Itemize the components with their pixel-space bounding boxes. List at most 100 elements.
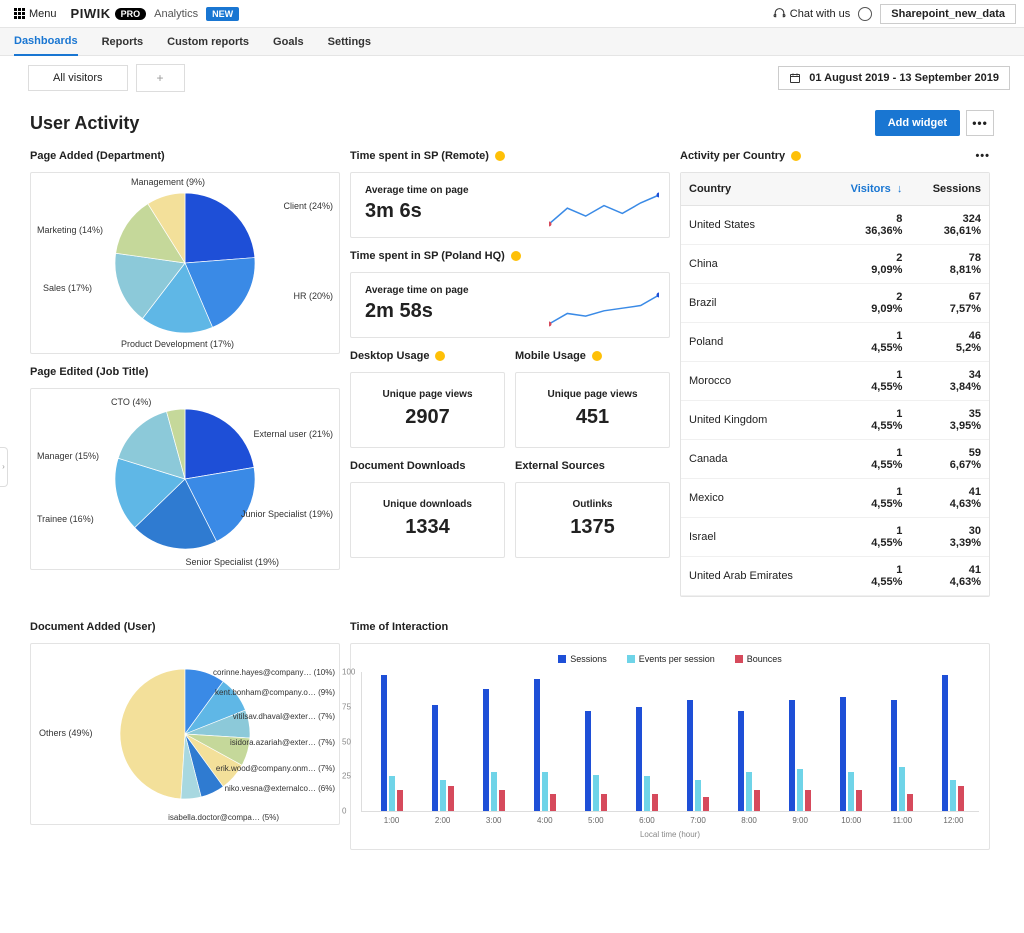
pie-label: kent.bonham@company.o… (9%): [215, 688, 335, 697]
indicator-icon: [791, 151, 801, 161]
nav-custom-reports[interactable]: Custom reports: [167, 29, 249, 55]
widget-title-doc-added: Document Added (User): [30, 621, 340, 633]
chart-legend: Sessions Events per session Bounces: [361, 654, 979, 664]
stat-label: Unique page views: [359, 389, 496, 400]
table-row[interactable]: Canada14,55%596,67%: [681, 440, 989, 479]
legend-sessions: Sessions: [570, 654, 607, 664]
pie-label: isidora.azariah@exter… (7%): [230, 738, 335, 747]
pie-chart-department: [115, 193, 255, 333]
dashboard-options-button[interactable]: •••: [966, 110, 994, 136]
table-row[interactable]: United Arab Emirates14,55%414,63%: [681, 557, 989, 596]
pie-label: niko.vesna@externalco… (6%): [225, 784, 335, 793]
indicator-icon: [495, 151, 505, 161]
table-row[interactable]: Morocco14,55%343,84%: [681, 362, 989, 401]
date-range-text: 01 August 2019 - 13 September 2019: [809, 72, 999, 84]
legend-bounces: Bounces: [747, 654, 782, 664]
widget-title-time-remote: Time spent in SP (Remote): [350, 150, 670, 162]
bottom-row: Document Added (User) corinne.hayes@comp…: [0, 617, 1024, 880]
bar-chart-area: 02550751001:002:003:004:005:006:007:008:…: [361, 672, 979, 812]
widget-title-desktop: Desktop Usage: [350, 350, 505, 362]
language-icon[interactable]: [858, 7, 872, 21]
table-row[interactable]: China29,09%788,81%: [681, 245, 989, 284]
pie-chart-job-title: [115, 409, 255, 549]
pie-label: Senior Specialist (19%): [185, 557, 279, 567]
chat-button[interactable]: Chat with us: [773, 7, 851, 20]
pie-label: External user (21%): [253, 429, 333, 439]
pie-label: Trainee (16%): [37, 514, 94, 524]
widget-external: Outlinks 1375: [515, 482, 670, 558]
widget-interaction: Sessions Events per session Bounces 0255…: [350, 643, 990, 850]
widget-title-downloads: Document Downloads: [350, 460, 505, 472]
widget-country: Country Visitors ↓ Sessions United State…: [680, 172, 990, 597]
table-row[interactable]: Mexico14,55%414,63%: [681, 479, 989, 518]
pie-label: Manager (15%): [37, 451, 99, 461]
sidebar-expand-handle[interactable]: ›: [0, 447, 8, 487]
product-name: Analytics: [154, 8, 198, 20]
table-row[interactable]: United Kingdom14,55%353,95%: [681, 401, 989, 440]
date-range-picker[interactable]: 01 August 2019 - 13 September 2019: [778, 66, 1010, 90]
widget-page-added: Client (24%) HR (20%) Product Developmen…: [30, 172, 340, 354]
menu-label: Menu: [29, 8, 57, 20]
dashboard-grid: Page Added (Department) Client (24%) HR …: [0, 146, 1024, 617]
calendar-icon: [789, 72, 801, 84]
grid-icon: [14, 8, 25, 19]
nav-reports[interactable]: Reports: [102, 29, 144, 55]
table-row[interactable]: Poland14,55%465,2%: [681, 323, 989, 362]
stat-value: 1375: [524, 516, 661, 539]
project-select[interactable]: Sharepoint_new_data: [880, 4, 1016, 24]
stat-label: Unique page views: [524, 389, 661, 400]
pie-label: Sales (17%): [43, 283, 92, 293]
widget-title-country: Activity per Country •••: [680, 150, 990, 162]
nav-dashboards[interactable]: Dashboards: [14, 28, 78, 56]
widget-title-external: External Sources: [515, 460, 670, 472]
widget-title-interaction: Time of Interaction: [350, 621, 990, 633]
col-country[interactable]: Country: [681, 173, 828, 206]
pro-badge: PRO: [115, 8, 147, 20]
pie-label: vitilsav.dhaval@exter… (7%): [233, 712, 335, 721]
pie-label: Others (49%): [39, 728, 93, 738]
stat-value: 451: [524, 406, 661, 429]
headset-icon: [773, 7, 786, 20]
widget-page-edited: External user (21%) Junior Specialist (1…: [30, 388, 340, 570]
menu-button[interactable]: Menu: [8, 6, 63, 22]
pie-label: corinne.hayes@company… (10%): [213, 668, 335, 677]
title-row: User Activity Add widget •••: [0, 96, 1024, 146]
pie-label: CTO (4%): [111, 397, 151, 407]
col-visitors[interactable]: Visitors ↓: [828, 173, 911, 206]
pie-label: erik.wood@company.onm… (7%): [216, 764, 335, 773]
col-sessions[interactable]: Sessions: [910, 173, 989, 206]
sparkline-poland: [549, 292, 659, 327]
widget-title-time-poland: Time spent in SP (Poland HQ): [350, 250, 670, 262]
widget-time-poland: Average time on page 2m 58s: [350, 272, 670, 338]
table-row[interactable]: United States836,36%32436,61%: [681, 206, 989, 245]
pie-label: Product Development (17%): [121, 339, 234, 349]
country-table: Country Visitors ↓ Sessions United State…: [681, 173, 989, 596]
pie-label: isabella.doctor@compa… (5%): [168, 813, 279, 822]
table-row[interactable]: Brazil29,09%677,57%: [681, 284, 989, 323]
page-title: User Activity: [30, 113, 139, 134]
pie-label: Junior Specialist (19%): [241, 509, 333, 519]
widget-doc-added: corinne.hayes@company… (10%) kent.bonham…: [30, 643, 340, 825]
pie-label: Marketing (14%): [37, 225, 103, 235]
widget-title-page-edited: Page Edited (Job Title): [30, 366, 340, 378]
add-segment-tab[interactable]: +: [136, 64, 185, 92]
brand: PIWIK PRO Analytics NEW: [71, 6, 240, 21]
widget-options-button[interactable]: •••: [975, 150, 990, 162]
indicator-icon: [511, 251, 521, 261]
table-row[interactable]: Israel14,55%303,39%: [681, 518, 989, 557]
widget-title-mobile: Mobile Usage: [515, 350, 670, 362]
nav-settings[interactable]: Settings: [328, 29, 371, 55]
widget-downloads: Unique downloads 1334: [350, 482, 505, 558]
new-badge: NEW: [206, 7, 239, 21]
top-bar: Menu PIWIK PRO Analytics NEW Chat with u…: [0, 0, 1024, 28]
add-widget-button[interactable]: Add widget: [875, 110, 960, 136]
brand-name: PIWIK: [71, 6, 111, 21]
segment-tab[interactable]: All visitors: [28, 65, 128, 91]
indicator-icon: [592, 351, 602, 361]
stat-label: Unique downloads: [359, 499, 496, 510]
indicator-icon: [435, 351, 445, 361]
sparkline-remote: [549, 192, 659, 227]
widget-desktop: Unique page views 2907: [350, 372, 505, 448]
xaxis-label: Local time (hour): [361, 830, 979, 839]
nav-goals[interactable]: Goals: [273, 29, 304, 55]
